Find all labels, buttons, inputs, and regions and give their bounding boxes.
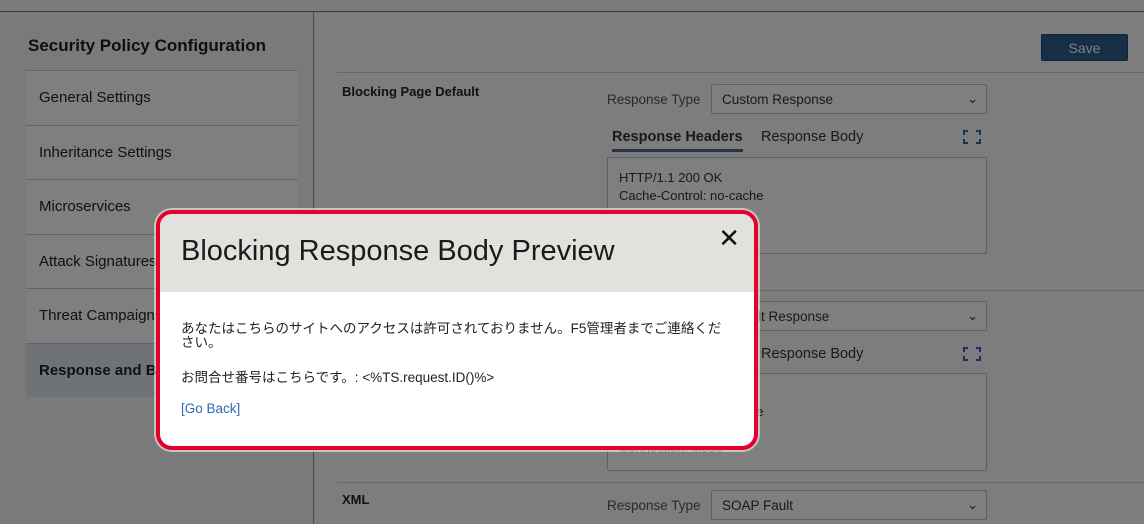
preview-modal: Blocking Response Body Preview ✕ あなたはこちら… (156, 210, 758, 450)
modal-header: Blocking Response Body Preview ✕ (160, 214, 754, 292)
modal-body: あなたはこちらのサイトへのアクセスは許可されておりません。F5管理者までご連絡く… (160, 292, 754, 417)
close-icon[interactable]: ✕ (718, 223, 740, 254)
go-back-link[interactable]: [Go Back] (181, 401, 240, 416)
support-id-text: お問合せ番号はこちらです。: <%TS.request.ID()%> (181, 370, 495, 385)
blocking-message: あなたはこちらのサイトへのアクセスは許可されておりません。F5管理者までご連絡く… (181, 321, 722, 350)
modal-title: Blocking Response Body Preview (181, 235, 615, 267)
